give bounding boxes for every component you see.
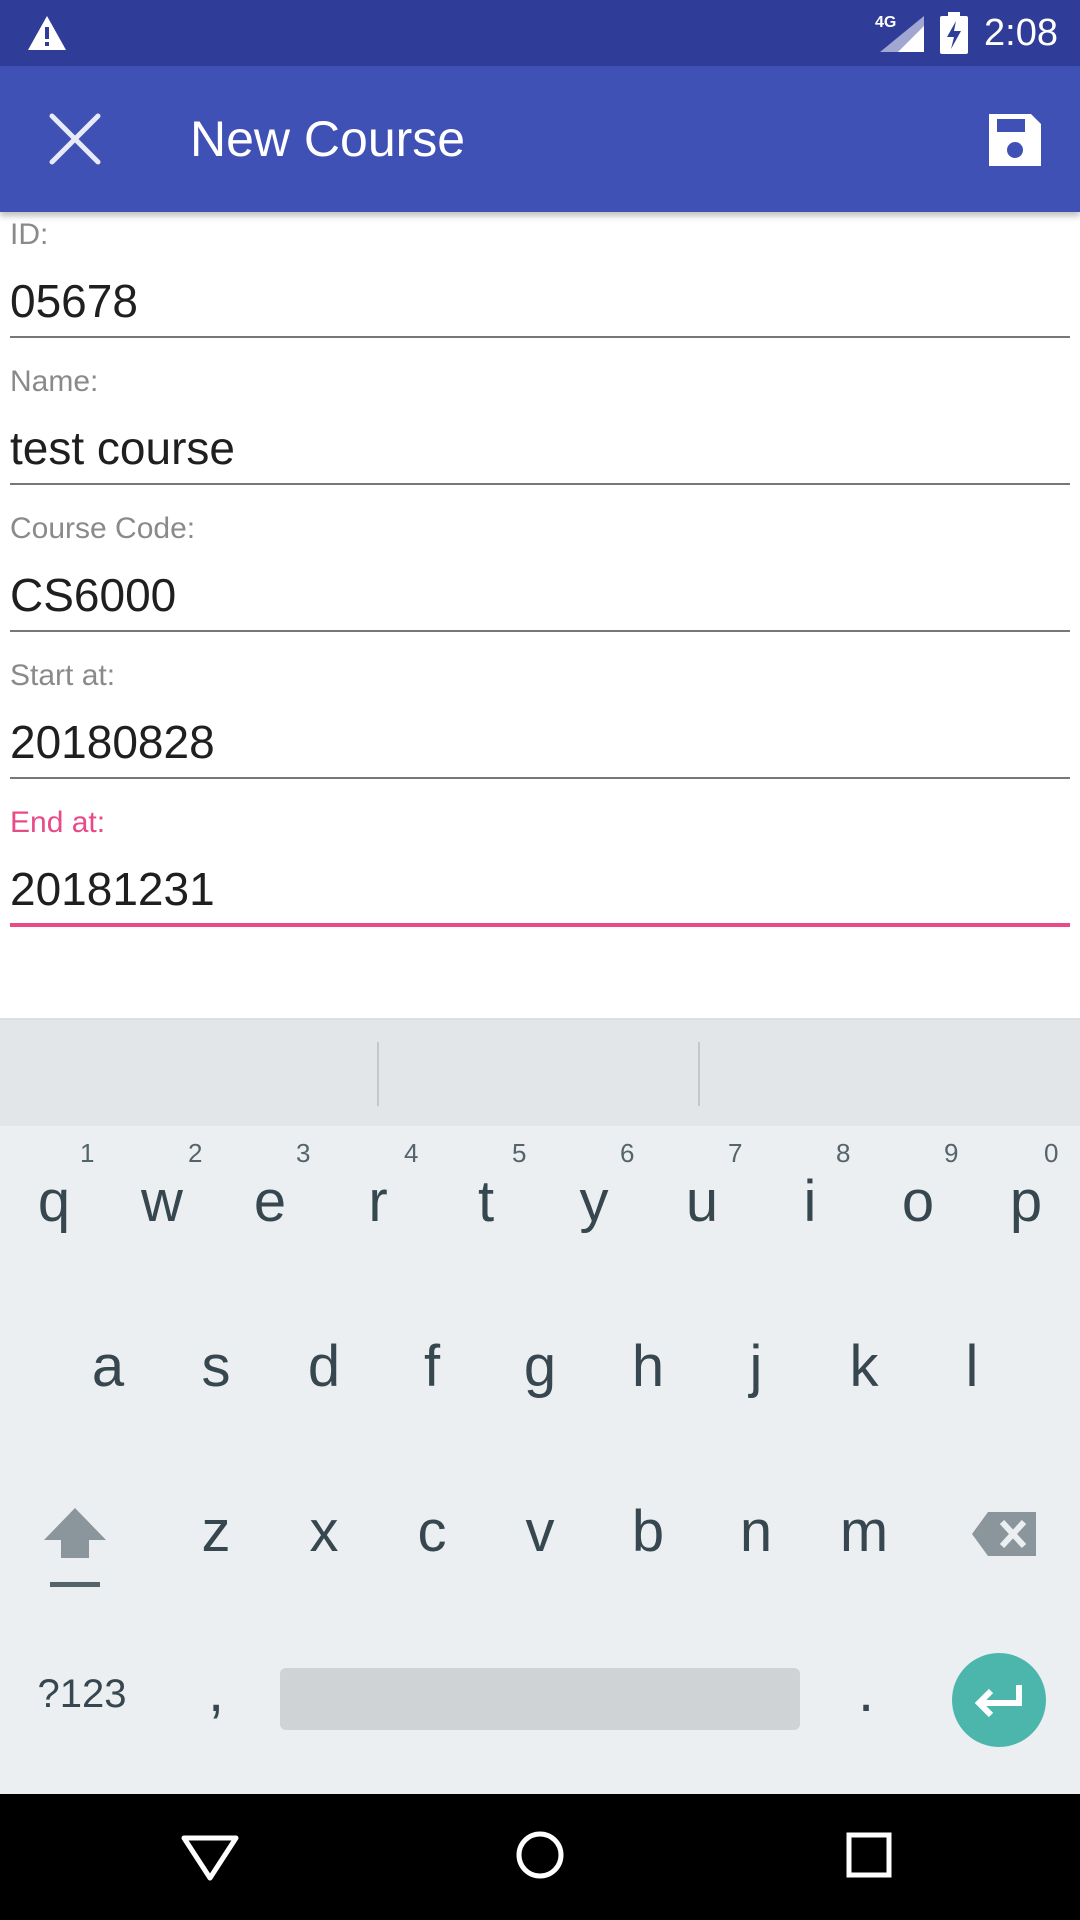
- comma-key[interactable]: ,: [196, 1658, 236, 1725]
- key-c[interactable]: c: [400, 1498, 464, 1565]
- suggestion-divider: [698, 1042, 700, 1106]
- key-f[interactable]: f: [400, 1333, 464, 1400]
- key-a[interactable]: a: [76, 1333, 140, 1400]
- suggestion-strip: [0, 1018, 1080, 1126]
- key-u[interactable]: u 7: [670, 1138, 743, 1235]
- key-d[interactable]: d: [292, 1333, 356, 1400]
- name-field[interactable]: Name: test course: [10, 359, 1070, 506]
- key-g[interactable]: g: [508, 1333, 572, 1400]
- start-at-underline: [10, 777, 1070, 779]
- end-at-input[interactable]: 20181231: [10, 862, 215, 916]
- backspace-icon[interactable]: [970, 1510, 1038, 1558]
- end-at-underline: [10, 923, 1070, 927]
- key-p[interactable]: p 0: [994, 1138, 1059, 1235]
- id-label: ID:: [10, 218, 49, 251]
- app-bar: New Course: [0, 66, 1080, 212]
- key-i[interactable]: i 8: [778, 1138, 851, 1235]
- key-o[interactable]: o 9: [886, 1138, 959, 1235]
- course-code-input[interactable]: CS6000: [10, 568, 176, 622]
- name-label: Name:: [10, 365, 99, 398]
- key-q[interactable]: q 1: [22, 1138, 95, 1235]
- back-icon[interactable]: [180, 1834, 240, 1882]
- key-e[interactable]: e 3: [238, 1138, 311, 1235]
- course-code-field[interactable]: Course Code: CS6000: [10, 506, 1070, 653]
- key-v[interactable]: v: [508, 1498, 572, 1565]
- save-icon[interactable]: [985, 110, 1045, 170]
- start-at-input[interactable]: 20180828: [10, 715, 215, 769]
- key-z[interactable]: z: [184, 1498, 248, 1565]
- key-w[interactable]: w 2: [130, 1138, 202, 1235]
- start-at-field[interactable]: Start at: 20180828: [10, 653, 1070, 800]
- page-title: New Course: [190, 111, 466, 167]
- end-at-field[interactable]: End at: 20181231: [10, 800, 1070, 947]
- course-code-label: Course Code:: [10, 512, 196, 545]
- close-icon[interactable]: [42, 106, 108, 172]
- name-underline: [10, 483, 1070, 485]
- space-key[interactable]: [280, 1668, 800, 1730]
- clock: 2:08: [984, 12, 1058, 54]
- key-l[interactable]: l: [940, 1333, 1004, 1400]
- signal-icon: [880, 16, 924, 52]
- home-icon[interactable]: [515, 1830, 565, 1880]
- key-n[interactable]: n: [724, 1498, 788, 1565]
- suggestion-divider: [377, 1042, 379, 1106]
- id-field[interactable]: ID: 05678: [10, 212, 1070, 359]
- key-j[interactable]: j: [724, 1333, 788, 1400]
- key-b[interactable]: b: [616, 1498, 680, 1565]
- symbols-key[interactable]: ?123: [22, 1672, 142, 1717]
- key-y[interactable]: y 6: [562, 1138, 635, 1235]
- period-key[interactable]: .: [846, 1658, 886, 1725]
- end-at-label: End at:: [10, 806, 106, 839]
- soft-keyboard: q 1 w 2 e 3 r 4 t 5 y 6 u 7 i 8 o 9 p 0 …: [0, 1018, 1080, 1794]
- key-t[interactable]: t 5: [454, 1138, 527, 1235]
- shift-icon[interactable]: [42, 1506, 108, 1590]
- enter-key[interactable]: [952, 1653, 1046, 1747]
- start-at-label: Start at:: [10, 659, 116, 692]
- key-s[interactable]: s: [184, 1333, 248, 1400]
- name-input[interactable]: test course: [10, 421, 235, 475]
- key-x[interactable]: x: [292, 1498, 356, 1565]
- key-r[interactable]: r 4: [346, 1138, 418, 1235]
- enter-icon: [974, 1685, 1022, 1718]
- course-code-underline: [10, 630, 1070, 632]
- key-h[interactable]: h: [616, 1333, 680, 1400]
- navigation-bar: [0, 1794, 1080, 1920]
- status-bar: 4G 2:08: [0, 0, 1080, 66]
- recents-icon[interactable]: [846, 1832, 892, 1878]
- battery-charging-icon: [940, 12, 968, 54]
- key-m[interactable]: m: [832, 1498, 896, 1565]
- key-k[interactable]: k: [832, 1333, 896, 1400]
- id-input[interactable]: 05678: [10, 274, 138, 328]
- id-underline: [10, 336, 1070, 338]
- warning-icon: [28, 16, 66, 50]
